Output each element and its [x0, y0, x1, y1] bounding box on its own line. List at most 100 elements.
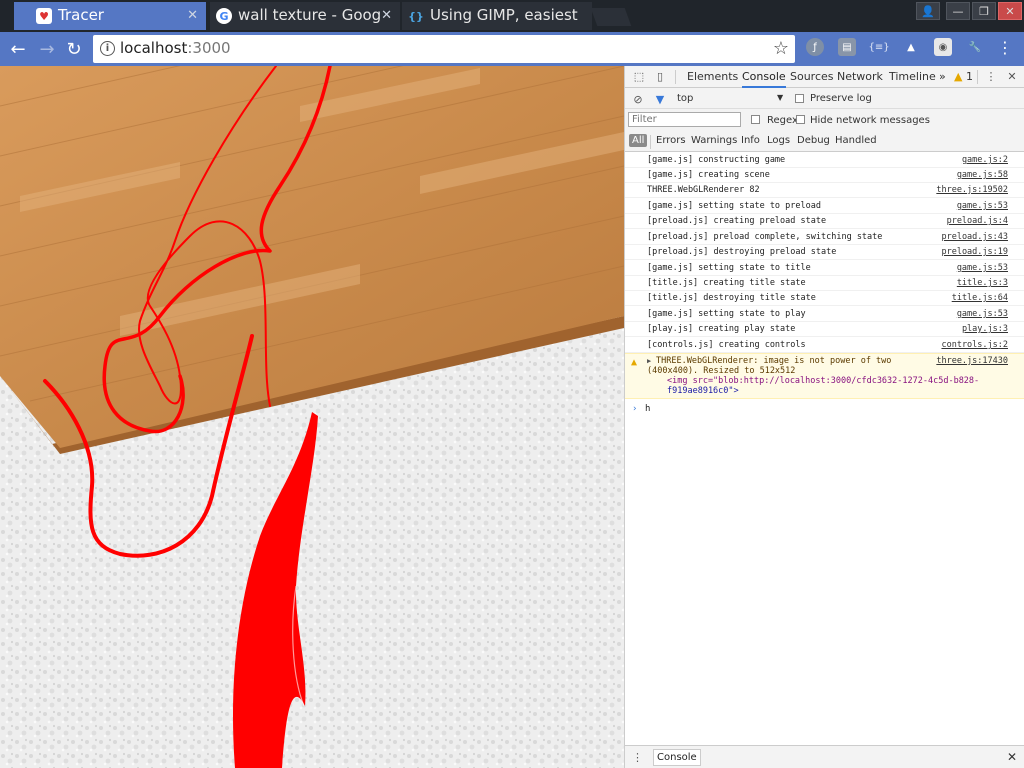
close-window-button[interactable]: ✕: [998, 2, 1022, 20]
log-line: [game.js] constructing game game.js:2: [625, 153, 1024, 168]
warning-message: ▲ ▶ THREE.WebGLRenderer: image is not po…: [625, 353, 1024, 399]
tab-using-gimp[interactable]: {} Using GIMP, easiest: [402, 2, 592, 30]
source-link[interactable]: preload.js:19: [941, 247, 1008, 257]
bookmark-star-icon[interactable]: ☆: [773, 38, 789, 59]
source-link[interactable]: three.js:17430: [936, 356, 1008, 366]
extension-triangle-icon[interactable]: ▲: [902, 38, 920, 56]
google-icon: G: [216, 8, 232, 24]
device-mode-icon[interactable]: ▯: [653, 69, 667, 83]
tab-wall-texture[interactable]: G wall texture - Goog ✕: [210, 2, 400, 30]
tab-title: Using GIMP, easiest: [430, 6, 578, 24]
log-line: [play.js] creating play state play.js:3: [625, 322, 1024, 337]
level-all[interactable]: All: [629, 134, 648, 147]
devtools-tab-bar: ⬚ ▯ Elements Console Sources Network Tim…: [625, 66, 1024, 88]
profile-icon[interactable]: 👤: [916, 2, 940, 20]
warning-text: (400x400). Resized to 512x512: [647, 366, 796, 376]
source-link[interactable]: title.js:64: [952, 293, 1008, 303]
preserve-log-checkbox[interactable]: [795, 94, 804, 103]
new-tab-button[interactable]: [590, 8, 632, 26]
close-tab-icon[interactable]: ✕: [381, 8, 392, 23]
log-line: [game.js] setting state to title game.js:…: [625, 261, 1024, 276]
stackoverflow-icon: {}: [408, 8, 424, 24]
level-debug[interactable]: Debug: [797, 135, 830, 146]
back-button[interactable]: ←: [7, 38, 29, 60]
source-link[interactable]: play.js:3: [962, 324, 1008, 334]
minimize-button[interactable]: —: [946, 2, 970, 20]
restore-button[interactable]: ❐: [972, 2, 996, 20]
log-line: [preload.js] preload complete, switching…: [625, 230, 1024, 245]
console-toolbar: ⊘ ▼ top ▼ Preserve log: [625, 88, 1024, 109]
source-link[interactable]: game.js:53: [957, 201, 1008, 211]
clear-console-icon[interactable]: ⊘: [631, 92, 645, 106]
log-line: [game.js] creating scene game.js:58: [625, 168, 1024, 183]
extension-icon[interactable]: ƒ: [806, 38, 824, 56]
tab-tracer[interactable]: ♥ Tracer ✕: [14, 2, 206, 30]
level-handled[interactable]: Handled: [835, 135, 877, 146]
warning-element[interactable]: f919ae8916c0">: [667, 386, 739, 396]
log-line: [preload.js] creating preload state prelo…: [625, 214, 1024, 229]
extension-icon[interactable]: ▤: [838, 38, 856, 56]
chrome-menu-icon[interactable]: ⋮: [996, 38, 1014, 57]
close-drawer-icon[interactable]: ✕: [1007, 750, 1017, 764]
devtools-menu-icon[interactable]: ⋮: [984, 69, 998, 83]
reload-button[interactable]: ↻: [63, 38, 85, 60]
context-dropdown-arrow-icon[interactable]: ▼: [777, 93, 783, 102]
tab-sources[interactable]: Sources: [790, 70, 834, 83]
console-prompt[interactable]: › h: [625, 403, 1024, 419]
filter-icon[interactable]: ▼: [653, 92, 667, 106]
filter-input[interactable]: [628, 112, 741, 127]
log-line: [title.js] destroying title state title.j…: [625, 291, 1024, 306]
regex-checkbox[interactable]: [751, 115, 760, 124]
inspect-element-icon[interactable]: ⬚: [632, 69, 646, 83]
hide-network-label: Hide network messages: [810, 115, 930, 126]
tracer-icon: ♥: [36, 8, 52, 24]
source-link[interactable]: title.js:3: [957, 278, 1008, 288]
drawer-menu-icon[interactable]: ⋮: [632, 751, 643, 764]
log-line: [game.js] setting state to preload game.j…: [625, 199, 1024, 214]
level-warnings[interactable]: Warnings: [691, 135, 737, 146]
tab-console[interactable]: Console: [742, 70, 786, 88]
tab-timeline[interactable]: Timeline: [889, 70, 936, 83]
filter-bar: Regex Hide network messages: [625, 109, 1024, 131]
prompt-caret-icon: ›: [632, 404, 638, 414]
log-line: [game.js] setting state to play game.js:5…: [625, 307, 1024, 322]
game-canvas[interactable]: [0, 66, 624, 768]
json-extension-icon[interactable]: {≡}: [868, 38, 890, 56]
close-devtools-icon[interactable]: ✕: [1005, 69, 1019, 83]
level-filters: All Errors Warnings Info Logs Debug Hand…: [625, 131, 1024, 152]
info-icon[interactable]: i: [100, 41, 115, 56]
source-link[interactable]: controls.js:2: [941, 340, 1008, 350]
source-link[interactable]: three.js:19502: [936, 185, 1008, 195]
hide-network-checkbox[interactable]: [796, 115, 805, 124]
prompt-input[interactable]: h: [645, 404, 650, 414]
source-link[interactable]: game.js:58: [957, 170, 1008, 180]
address-bar[interactable]: i localhost:3000 ☆: [93, 35, 795, 63]
source-link[interactable]: preload.js:43: [941, 232, 1008, 242]
warning-element[interactable]: <img src="blob:http://localhost:3000/cfd…: [667, 376, 979, 386]
browser-toolbar: ← → ↻ i localhost:3000 ☆ ƒ ▤ {≡} ▲ ◉ 🔧 ⋮: [0, 32, 1024, 66]
extension-camera-icon[interactable]: ◉: [934, 38, 952, 56]
close-tab-icon[interactable]: ✕: [187, 8, 198, 23]
source-link[interactable]: game.js:53: [957, 263, 1008, 273]
warning-text: THREE.WebGLRenderer: image is not power …: [656, 356, 892, 366]
wrench-icon[interactable]: 🔧: [966, 38, 984, 56]
level-info[interactable]: Info: [741, 135, 760, 146]
level-logs[interactable]: Logs: [767, 135, 790, 146]
more-tabs-button[interactable]: »: [939, 70, 946, 83]
source-link[interactable]: game.js:2: [962, 155, 1008, 165]
expand-arrow-icon[interactable]: ▶: [647, 357, 651, 365]
drawer-tab-console[interactable]: Console: [653, 749, 701, 766]
context-select[interactable]: top: [677, 93, 693, 104]
warning-counter[interactable]: ▲ 1: [954, 70, 973, 83]
source-link[interactable]: game.js:53: [957, 309, 1008, 319]
tab-network[interactable]: Network: [837, 70, 883, 83]
devtools-panel: ⬚ ▯ Elements Console Sources Network Tim…: [624, 66, 1024, 768]
source-link[interactable]: preload.js:4: [947, 216, 1008, 226]
forward-button[interactable]: →: [36, 38, 58, 60]
level-errors[interactable]: Errors: [656, 135, 686, 146]
tab-elements[interactable]: Elements: [687, 70, 738, 83]
tab-title: Tracer: [58, 6, 104, 24]
game-scene: [0, 66, 624, 768]
url-text: localhost:3000: [120, 39, 231, 57]
console-output[interactable]: [game.js] constructing game game.js:2 [ga…: [625, 153, 1024, 743]
